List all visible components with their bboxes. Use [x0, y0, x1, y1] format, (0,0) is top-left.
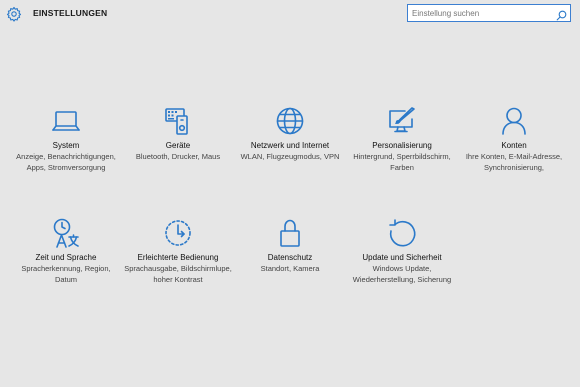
tile-description: Sprachausgabe, Bildschirmlupe, hoher Kon…: [124, 264, 232, 284]
time-language-icon: [51, 218, 81, 248]
page-title: EINSTELLUNGEN: [33, 8, 108, 18]
tile-title: Zeit und Sprache: [35, 253, 97, 262]
person-icon: [499, 106, 529, 136]
tile-title: Netzwerk und Internet: [250, 141, 330, 150]
tile-title: Konten: [501, 141, 527, 150]
tile-description: WLAN, Flugzeugmodus, VPN: [240, 152, 340, 161]
tile-title: System: [52, 141, 80, 150]
tile-title: Update und Sicherheit: [362, 253, 442, 262]
update-icon: [387, 218, 417, 248]
tile-network[interactable]: Netzwerk und Internet WLAN, Flugzeugmodu…: [234, 106, 346, 162]
tile-title: Erleichterte Bedienung: [137, 253, 219, 262]
tile-personalization[interactable]: Personalisierung Hintergrund, Sperrbilds…: [346, 106, 458, 173]
tile-title: Geräte: [165, 141, 191, 150]
lock-icon: [275, 218, 305, 248]
tile-title: Datenschutz: [267, 253, 313, 262]
tile-devices[interactable]: Geräte Bluetooth, Drucker, Maus: [122, 106, 234, 162]
laptop-icon: [51, 106, 81, 136]
ease-of-access-icon: [163, 218, 193, 248]
tile-ease-of-access[interactable]: Erleichterte Bedienung Sprachausgabe, Bi…: [122, 218, 234, 285]
tile-description: Anzeige, Benachrichtigungen, Apps, Strom…: [16, 152, 116, 172]
globe-icon: [275, 106, 305, 136]
tile-update-security[interactable]: Update und Sicherheit Windows Update, Wi…: [346, 218, 458, 285]
devices-icon: [163, 106, 193, 136]
personalization-icon: [387, 106, 417, 136]
tile-description: Bluetooth, Drucker, Maus: [135, 152, 221, 161]
gear-icon: [6, 6, 22, 22]
search-icon[interactable]: [556, 8, 567, 21]
tile-time-language[interactable]: Zeit und Sprache Spracherkennung, Region…: [10, 218, 122, 285]
settings-window: EINSTELLUNGEN System: [0, 0, 580, 387]
tile-description: Windows Update, Wiederherstellung, Siche…: [352, 264, 452, 284]
tile-description: Hintergrund, Sperrbildschirm, Farben: [353, 152, 451, 172]
tile-title: Personalisierung: [372, 141, 432, 150]
tile-system[interactable]: System Anzeige, Benachrichtigungen, Apps…: [10, 106, 122, 173]
tile-privacy[interactable]: Datenschutz Standort, Kamera: [234, 218, 346, 274]
search-box[interactable]: [407, 4, 571, 22]
tile-accounts[interactable]: Konten Ihre Konten, E-Mail-Adresse, Sync…: [458, 106, 570, 173]
tile-description: Ihre Konten, E-Mail-Adresse, Synchronisi…: [465, 152, 563, 172]
tile-description: Standort, Kamera: [260, 264, 320, 273]
tile-description: Spracherkennung, Region, Datum: [21, 264, 111, 284]
search-input[interactable]: [412, 5, 552, 21]
